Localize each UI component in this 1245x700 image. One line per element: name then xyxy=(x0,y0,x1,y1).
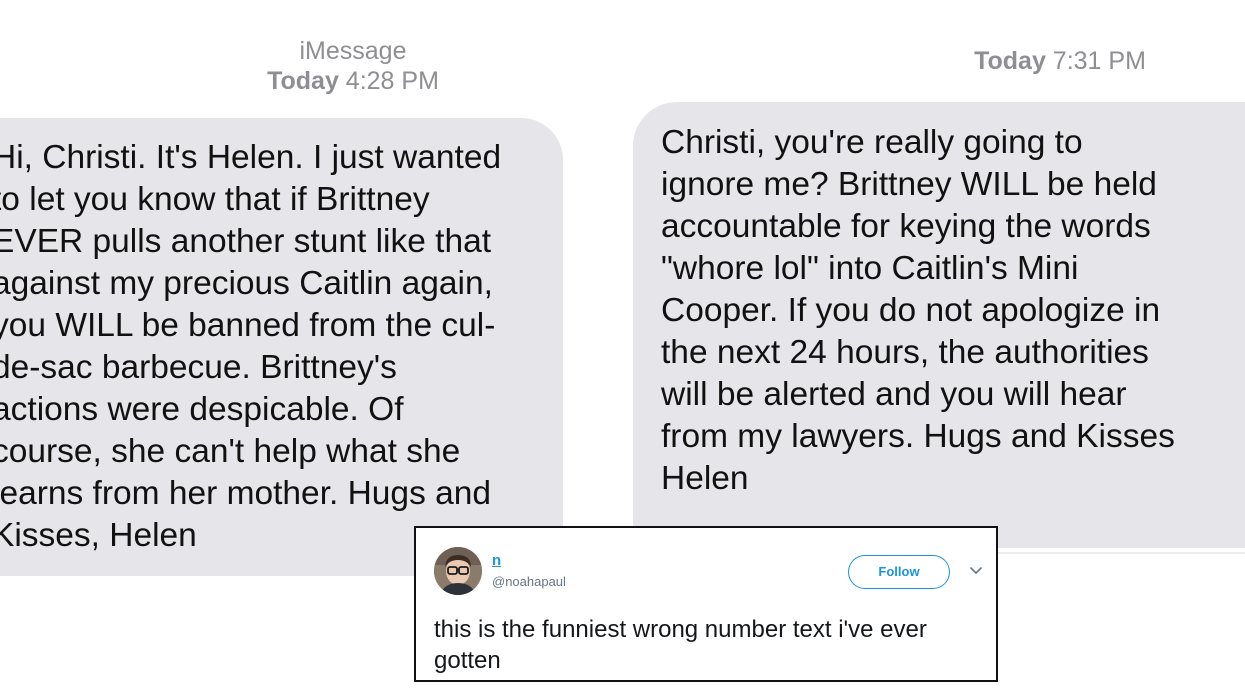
avatar-image-icon xyxy=(434,547,482,595)
message-line: learns from her mother. Hugs and xyxy=(0,475,492,512)
follow-button[interactable]: Follow xyxy=(848,555,950,589)
message-line: the next 24 hours, the authorities xyxy=(661,334,1149,371)
message-line: accountable for keying the words xyxy=(661,208,1151,245)
left-timestamp-time: 4:28 PM xyxy=(345,67,439,95)
left-timestamp-line: Today 4:28 PM xyxy=(200,66,506,96)
right-timestamp-line: Today 7:31 PM xyxy=(930,46,1190,76)
left-message-bubble: Hi, Christi. It's Helen. I just wanted t… xyxy=(0,118,563,576)
message-line: Helen xyxy=(661,460,749,497)
tweet-handle[interactable]: @noahapaul xyxy=(492,574,566,589)
right-timestamp-time: 7:31 PM xyxy=(1052,47,1146,75)
message-line: course, she can't help what she xyxy=(0,433,461,470)
message-line: you WILL be banned from the cul- xyxy=(0,307,496,344)
message-line: from my lawyers. Hugs and Kisses xyxy=(661,418,1175,455)
left-timestamp: iMessage Today 4:28 PM xyxy=(200,36,506,96)
tweet-card: n @noahapaul Follow this is the funniest… xyxy=(414,526,998,682)
right-timestamp-day: Today xyxy=(974,47,1046,75)
message-line: "whore lol" into Caitlin's Mini xyxy=(661,250,1079,287)
left-timestamp-day: Today xyxy=(267,67,339,95)
screenshot-collage: iMessage Today 4:28 PM Hi, Christi. It's… xyxy=(0,0,1245,700)
person-glasses-avatar[interactable] xyxy=(434,547,482,595)
message-line: actions were despicable. Of xyxy=(0,391,404,428)
message-line: to let you know that if Brittney xyxy=(0,181,430,218)
tweet-display-name[interactable]: n xyxy=(492,552,501,569)
chevron-down-icon[interactable] xyxy=(968,562,984,578)
right-timestamp: Today 7:31 PM xyxy=(930,46,1190,76)
imessage-label: iMessage xyxy=(299,37,407,65)
message-line: de-sac barbecue. Brittney's xyxy=(0,349,397,386)
right-message-bubble: Christi, you're really going to ignore m… xyxy=(633,102,1245,548)
message-line: Christi, you're really going to xyxy=(661,124,1083,161)
message-line: EVER pulls another stunt like that xyxy=(0,223,492,260)
message-line: against my precious Caitlin again, xyxy=(0,265,493,302)
message-line: Hi, Christi. It's Helen. I just wanted xyxy=(0,139,502,176)
tweet-text: this is the funniest wrong number text i… xyxy=(434,616,927,674)
message-line: ignore me? Brittney WILL be held xyxy=(661,166,1157,203)
message-line: Cooper. If you do not apologize in xyxy=(661,292,1161,329)
message-line: will be alerted and you will hear xyxy=(661,376,1127,413)
